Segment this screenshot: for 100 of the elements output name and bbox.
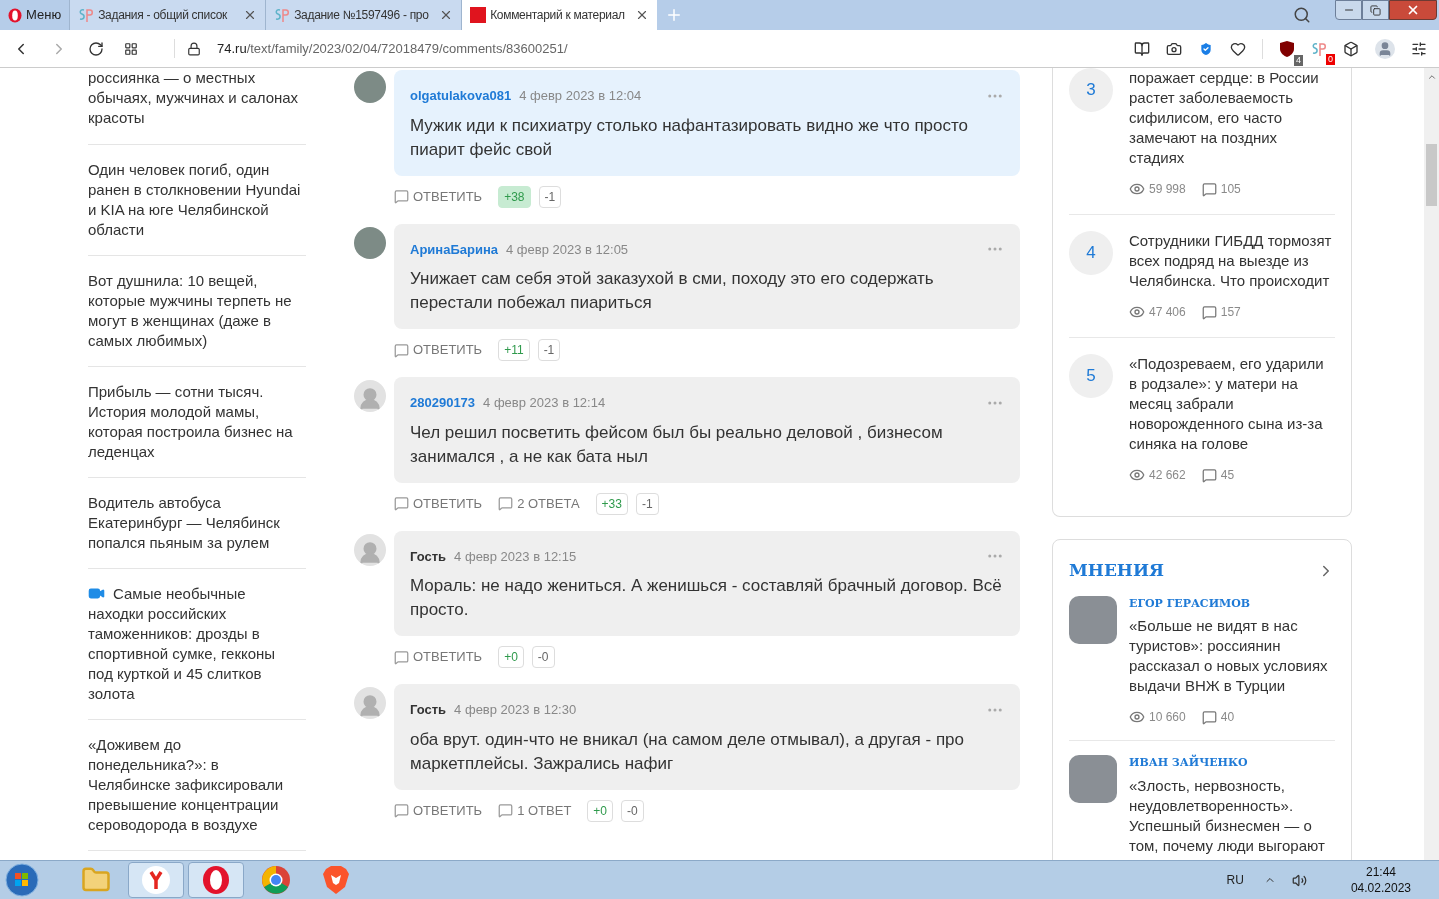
chat-bubbles-icon (498, 803, 514, 818)
comment-author[interactable]: Гость (410, 546, 447, 566)
chrome-browser-icon (261, 865, 291, 895)
taskbar-app-button[interactable] (128, 862, 184, 898)
eye-icon (1129, 709, 1145, 725)
reload-icon[interactable] (88, 40, 104, 57)
tab-title: Задание №1597496 - про (294, 7, 429, 24)
language-indicator[interactable]: RU (1226, 871, 1244, 889)
section-title[interactable]: МНЕНИЯ (1069, 558, 1164, 584)
comment-author[interactable]: olgatulakova081 (410, 86, 512, 106)
chat-bubbles-icon (498, 496, 514, 511)
start-button-icon[interactable] (4, 862, 40, 898)
browser-tab[interactable]: Задания - общий список (69, 0, 266, 30)
replies-button[interactable]: 2 ОТВЕТА (498, 493, 580, 514)
downvote-button[interactable]: -1 (635, 492, 659, 515)
camera-icon[interactable] (1166, 40, 1182, 57)
rank-number: 4 (1069, 231, 1113, 275)
news-link[interactable]: россиянка — о местных обычаях, мужчинах и салонах красоты (88, 68, 302, 128)
downvote-button[interactable]: -0 (531, 646, 555, 668)
author-photo-placeholder (1069, 755, 1117, 803)
eye-icon (1129, 467, 1145, 483)
cube-icon[interactable] (1343, 40, 1359, 57)
reply-button[interactable]: ОТВЕТИТЬ (394, 340, 483, 360)
news-link[interactable]: Вот душнила: 10 вещей, которые мужчины терпеть не могут в женщинах (даже в самых любимых) (88, 271, 302, 351)
eye-icon (1129, 304, 1145, 320)
maximize-button[interactable] (1362, 0, 1389, 20)
opera-logo-icon (8, 7, 22, 23)
news-link[interactable]: Водитель автобуса Екатеринбург — Челябинск попался пьяным за рулем (88, 493, 302, 553)
browser-tab[interactable]: Комментарий к материал (461, 0, 658, 30)
reply-button[interactable]: ОТВЕТИТЬ (394, 647, 483, 667)
news-link[interactable]: «Больше не видят в нас туристов»: россиянин рассказал о новых условиях выдачи ВНЖ в Турции (1129, 616, 1335, 696)
browser-menu-button[interactable]: Меню (26, 5, 62, 25)
taskbar-app-button[interactable] (188, 862, 244, 898)
comment-text: Унижает сам себя этой заказухой в сми, походу это его содержать перестали побежал пиариться (410, 268, 935, 314)
search-icon[interactable] (1293, 6, 1311, 24)
comment-icon (1201, 467, 1217, 483)
heart-icon[interactable] (1230, 40, 1246, 57)
comment-date: 4 февр 2023 в 12:05 (506, 240, 629, 259)
news-link[interactable]: «Злость, нервозность, неудовлетворенность». Успешный бизнесмен — о том, почему люди выгорают (1129, 775, 1335, 856)
comment-icon (1201, 181, 1217, 197)
downvote-button[interactable]: -1 (538, 185, 562, 208)
clock-date[interactable]: 04.02.2023 (1350, 880, 1411, 896)
comment-author[interactable]: 280290173 (410, 393, 476, 413)
opera-browser-icon (201, 865, 231, 895)
comment-author[interactable]: Гость (410, 700, 447, 720)
rank-number: 5 (1069, 354, 1113, 398)
minimize-button[interactable] (1335, 0, 1362, 20)
downvote-button[interactable]: -0 (621, 799, 644, 822)
restore-icon (1370, 4, 1381, 16)
shield-check-icon[interactable] (1198, 40, 1214, 57)
tab-title: Задания - общий список (98, 7, 228, 24)
comment-icon (1201, 304, 1217, 320)
view-count: 47 406 (1149, 304, 1186, 321)
news-link[interactable]: «Подозреваем, его ударили в родзале»: у матери на месяц забрали новорожденного сына из-за синяка на голове (1129, 354, 1335, 454)
browser-tab[interactable]: Задание №1597496 - про (265, 0, 462, 30)
downvote-button[interactable]: -1 (537, 339, 561, 361)
author-name[interactable]: ЕГОР ГЕРАСИМОВ (1129, 595, 1335, 612)
comment-count: 157 (1220, 304, 1241, 321)
news-link[interactable]: Сотрудники ГИБДД тормозят всех подряд на выезде из Челябинска. Что происходит (1129, 231, 1335, 291)
settings-icon[interactable] (1411, 40, 1427, 57)
upvote-button[interactable]: +11 (498, 339, 530, 361)
news-link[interactable]: «Доживем до понедельника?»: в Челябинске зафиксировали превышение концентрации сероводорода в воздухе (88, 735, 302, 835)
news-link[interactable]: поражает сердце: в России растет заболеваемость сифилисом, его часто замечают на поздних стадиях (1129, 68, 1335, 168)
reply-button[interactable]: ОТВЕТИТЬ (394, 186, 483, 207)
chat-bubble-icon (394, 496, 409, 511)
reply-button[interactable]: ОТВЕТИТЬ (394, 493, 483, 514)
volume-icon[interactable] (1291, 872, 1307, 888)
scrollbar[interactable] (1424, 68, 1439, 860)
address-field[interactable]: 74.ru/text/family/2023/02/04/72018479/comments/83600251/ (217, 38, 568, 59)
upvote-button[interactable]: +33 (595, 492, 628, 515)
author-name[interactable]: ИВАН ЗАЙЧЕНКО (1129, 755, 1335, 772)
comment-author[interactable]: АринаБарина (410, 239, 498, 259)
comment-text: Мужик иди к психиатру столько нафантазировать видно же что просто пиарит фейс свой (410, 114, 970, 161)
close-button[interactable] (1389, 0, 1437, 20)
scrollbar-thumb[interactable] (1426, 144, 1437, 206)
comment-text: Мораль: не надо жениться. А женишься - составляй брачный договор. Всё просто. (410, 575, 1003, 621)
reply-button[interactable]: ОТВЕТИТЬ (394, 800, 483, 821)
comment-text: оба врут. один-что не вникал (на самом деле отмывал), а другая - про маркетплейсы. Зажрались нафиг (410, 728, 965, 775)
profile-avatar-icon[interactable] (1375, 38, 1395, 59)
upvote-button[interactable]: +0 (498, 646, 524, 668)
upvote-button[interactable]: +0 (587, 799, 614, 822)
news-link[interactable]: Самые необычные находки российских таможенников: дрозды в спортивной сумке, гекконы под курткой и 45 слитков золота (88, 584, 302, 704)
lock-icon (187, 41, 201, 56)
chat-bubble-icon (394, 803, 409, 818)
news-link[interactable]: Один человек погиб, один ранен в столкновении Hyundai и KIA на юге Челябинской области (88, 160, 302, 240)
book-icon[interactable] (1134, 40, 1150, 57)
news-link[interactable]: Прибыль — сотни тысяч. История молодой мамы, которая построила бизнес на леденцах (88, 382, 302, 462)
comment-count: 45 (1220, 467, 1235, 484)
grid-icon[interactable] (124, 41, 138, 56)
chat-bubble-icon (394, 189, 409, 204)
comment-date: 4 февр 2023 в 12:30 (454, 701, 577, 719)
yandex-browser-icon (141, 865, 171, 895)
extension-badge: 0 (1326, 53, 1335, 65)
clock-time[interactable]: 21:44 (1365, 864, 1396, 880)
replies-button[interactable]: 1 ОТВЕТ (498, 800, 572, 821)
comment-count: 40 (1220, 709, 1235, 726)
shield-extension-icon[interactable] (1279, 39, 1295, 58)
site-favicon-icon (470, 7, 487, 23)
comment-date: 4 февр 2023 в 12:14 (483, 394, 606, 412)
scroll-up-icon[interactable] (1426, 72, 1437, 82)
